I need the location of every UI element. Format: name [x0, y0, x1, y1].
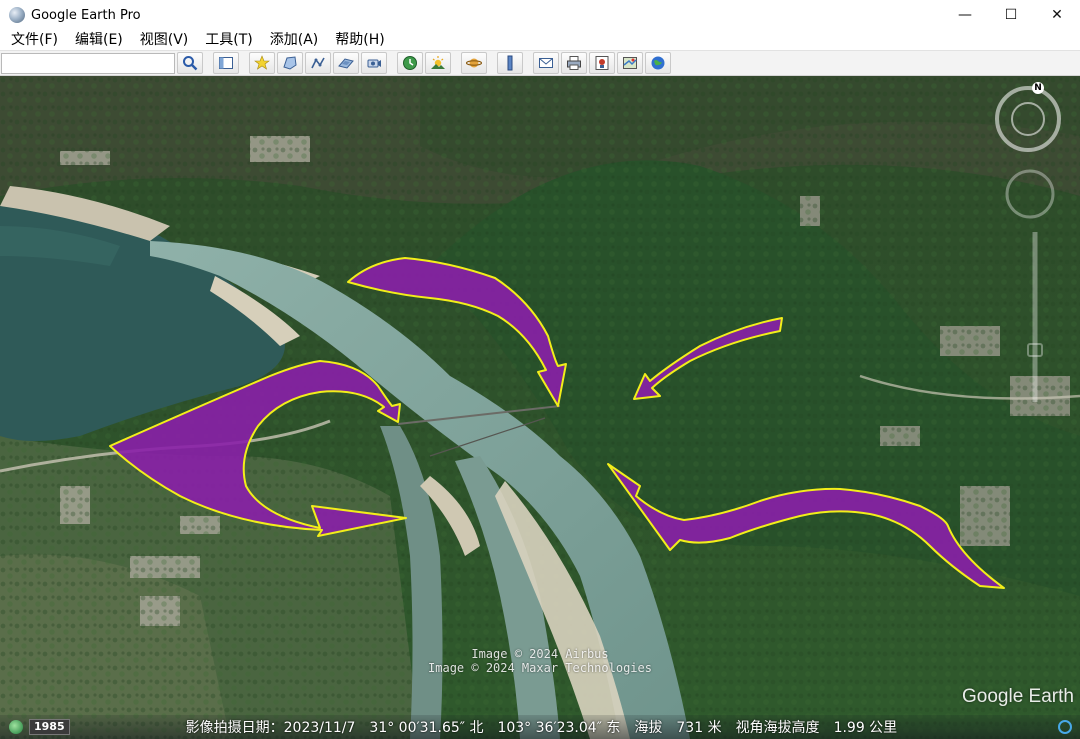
polygon-icon [283, 56, 297, 70]
historical-imagery-icon[interactable] [9, 720, 23, 734]
compass-ring[interactable] [995, 86, 1061, 152]
email-button[interactable] [533, 52, 559, 74]
menu-view[interactable]: 视图(V) [129, 30, 195, 50]
historical-imagery-button[interactable] [397, 52, 423, 74]
eye-altitude-label: 视角海拔高度 [735, 720, 820, 736]
path-icon [311, 57, 325, 69]
title-bar: Google Earth Pro — ☐ ✕ [0, 0, 1080, 30]
earth-3d-viewer[interactable]: N Image © 2024 Airbus Image © 2024 Maxar… [0, 76, 1080, 739]
earth-gallery-button[interactable] [645, 52, 671, 74]
sunlight-button[interactable] [425, 52, 451, 74]
longitude-readout: 103° 36′23.04″ 东 [497, 720, 621, 736]
menu-add[interactable]: 添加(A) [259, 30, 325, 50]
view-in-maps-button[interactable] [617, 52, 643, 74]
add-polygon-button[interactable] [277, 52, 303, 74]
search-button[interactable] [177, 52, 203, 74]
streaming-status-icon [1058, 720, 1072, 734]
imagery-year-badge[interactable]: 1985 [29, 719, 70, 735]
historical-imagery-icon [403, 56, 417, 70]
elevation-label: 海拔 [634, 720, 663, 736]
maximize-button[interactable]: ☐ [988, 0, 1034, 30]
ruler-button[interactable] [497, 52, 523, 74]
search-input[interactable] [1, 52, 175, 74]
minimize-button[interactable]: — [942, 0, 988, 30]
imagery-date: 影像拍摄日期：2023/11/7 [185, 720, 356, 736]
view-maps-icon [623, 57, 637, 69]
zoom-slider[interactable] [1027, 232, 1043, 402]
menu-edit[interactable]: 编辑(E) [64, 30, 129, 50]
add-placemark-button[interactable] [249, 52, 275, 74]
copyright-line: Image © 2024 Maxar Technologies [428, 661, 652, 675]
satellite-imagery[interactable] [0, 76, 1080, 739]
email-icon [539, 58, 553, 68]
elevation-value: 731 米 [676, 720, 722, 736]
sunlight-icon [431, 56, 445, 69]
navigation-controls [995, 86, 1061, 402]
earth-icon [651, 56, 665, 70]
search-icon [183, 56, 198, 71]
sidebar-button[interactable] [213, 52, 239, 74]
close-button[interactable]: ✕ [1034, 0, 1080, 30]
eye-altitude-value: 1.99 公里 [833, 720, 898, 736]
window-controls: — ☐ ✕ [942, 0, 1080, 30]
placemark-icon [254, 55, 270, 70]
menu-tools[interactable]: 工具(T) [194, 30, 258, 50]
record-tour-button[interactable] [361, 52, 387, 74]
save-image-icon [595, 56, 609, 70]
toolbar [0, 50, 1080, 76]
menu-bar: 文件(F) 编辑(E) 视图(V) 工具(T) 添加(A) 帮助(H) [0, 30, 1080, 50]
add-image-overlay-button[interactable] [333, 52, 359, 74]
print-icon [567, 56, 581, 70]
ruler-icon [507, 55, 513, 71]
imagery-copyright: Image © 2024 Airbus Image © 2024 Maxar T… [400, 647, 680, 675]
compass-north-label[interactable]: N [1032, 82, 1044, 94]
add-path-button[interactable] [305, 52, 331, 74]
copyright-line: Image © 2024 Airbus [471, 647, 609, 661]
google-earth-app-icon [9, 7, 25, 23]
sidebar-icon [219, 57, 233, 69]
status-bar: 1985 影像拍摄日期：2023/11/7 31° 00′31.65″ 北 10… [0, 715, 1080, 739]
google-earth-logo: Google Earth [962, 686, 1074, 707]
print-button[interactable] [561, 52, 587, 74]
image-overlay-icon [338, 58, 354, 69]
menu-file[interactable]: 文件(F) [0, 30, 64, 50]
planets-icon [466, 58, 482, 68]
record-tour-icon [367, 59, 381, 68]
switch-planet-button[interactable] [461, 52, 487, 74]
latitude-readout: 31° 00′31.65″ 北 [369, 720, 484, 736]
look-joystick[interactable] [1005, 169, 1055, 219]
save-image-button[interactable] [589, 52, 615, 74]
menu-help[interactable]: 帮助(H) [324, 30, 390, 50]
window-title: Google Earth Pro [31, 7, 141, 23]
